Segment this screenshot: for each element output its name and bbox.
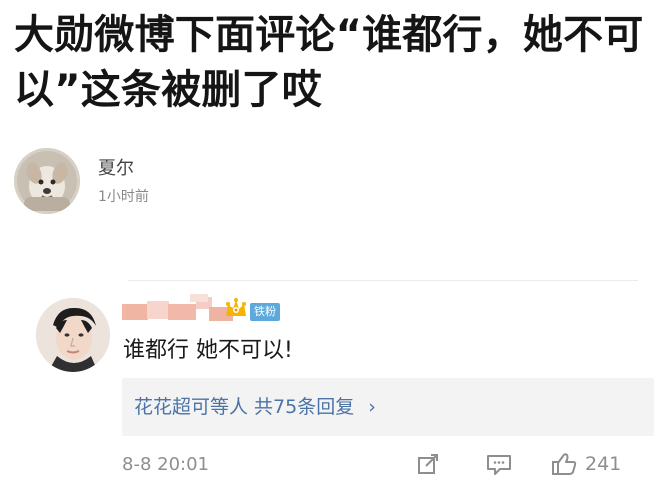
- reply-link[interactable]: 花花超可等人 共75条回复 ›: [134, 395, 376, 419]
- post-time: 1小时前: [98, 189, 149, 205]
- comment-divider: [128, 280, 638, 281]
- comment-date: 8-8 20:01: [122, 454, 209, 475]
- fan-badge: 铁粉: [250, 303, 280, 321]
- like-count: 241: [585, 453, 622, 475]
- post-author: 夏尔 1小时前: [14, 148, 654, 218]
- reply-link-label: 花花超可等人 共75条回复: [134, 396, 355, 418]
- chevron-right-icon: ›: [368, 396, 376, 418]
- like-icon: [552, 453, 577, 475]
- share-button[interactable]: [414, 450, 442, 478]
- comment-text: 谁都行 她不可以!: [123, 338, 293, 363]
- comment-card: 铁粉 谁都行 她不可以! 花花超可等人 共75条回复 › 8-8 20:01 2…: [36, 286, 654, 491]
- author-name[interactable]: 夏尔: [98, 158, 134, 180]
- person-avatar-icon[interactable]: [36, 298, 110, 372]
- crown-icon: [223, 297, 249, 319]
- comment-button[interactable]: [484, 450, 514, 478]
- like-button[interactable]: 241: [549, 450, 621, 478]
- blurred-username: [122, 294, 238, 322]
- share-icon: [418, 454, 438, 474]
- comment-icon: [487, 455, 511, 475]
- dog-avatar-icon[interactable]: [14, 148, 80, 214]
- reply-preview[interactable]: 花花超可等人 共75条回复 ›: [122, 378, 654, 436]
- headline: 大勋微博下面评论“谁都行，她不可以”这条被删了哎: [14, 12, 644, 113]
